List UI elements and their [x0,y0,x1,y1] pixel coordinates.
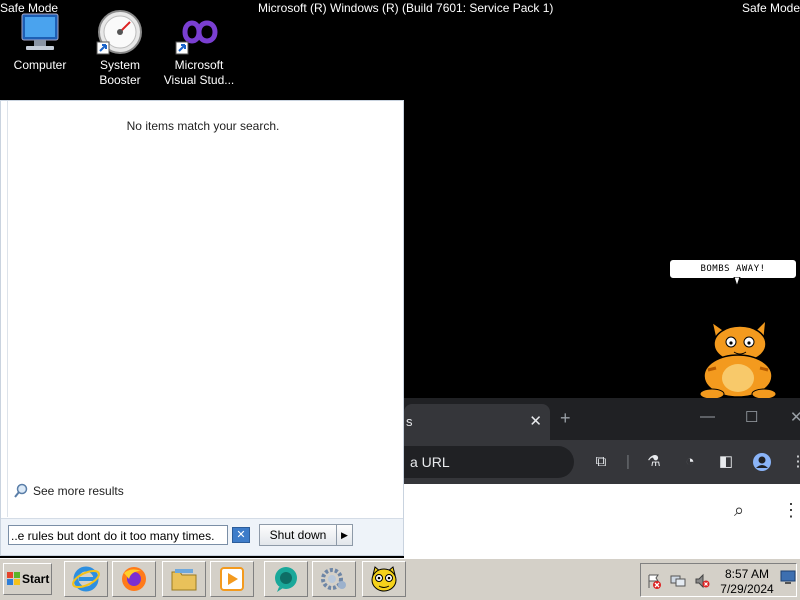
desktop-icon-visual-studio[interactable]: Microsoft Visual Stud... [160,8,238,88]
gear-icon [319,565,349,593]
taskbar-file-explorer[interactable] [162,561,206,597]
browser-tabstrip: s ✕ + — ☐ ✕ [404,398,800,440]
show-desktop-icon[interactable] [780,569,796,585]
desktop: Safe Mode Microsoft (R) Windows (R) (Bui… [0,0,800,600]
taskbar: Start 8:57 AM 7/29/2024 [0,558,800,600]
start-menu: No items match your search. See more res… [0,100,404,556]
no-results-message: No items match your search. [126,119,280,133]
windows-logo-icon [7,572,21,586]
taskbar-cat-app[interactable] [362,561,406,597]
browser-content: ⌕ ⋮ [404,484,800,558]
labs-flask-icon[interactable]: ⚗ [644,452,664,472]
page-menu-icon[interactable]: ⋮ [782,500,800,521]
computer-icon [16,8,64,56]
close-tab-icon[interactable]: ✕ [529,412,542,430]
download-progress-icon[interactable]: ◔ [680,452,700,472]
minimize-icon[interactable]: — [700,408,715,425]
speech-bubble-tail [733,277,741,287]
search-icon[interactable]: ⌕ [734,500,744,521]
profile-avatar-icon[interactable] [752,452,772,472]
volume-muted-icon[interactable] [694,573,710,589]
browser-tab[interactable]: s ✕ [404,404,550,440]
start-button[interactable]: Start [3,563,52,595]
taskbar-settings-tool[interactable] [312,561,356,597]
address-bar-placeholder: a URL [410,454,450,470]
clear-search-icon[interactable]: ✕ [232,527,250,543]
internet-explorer-icon [71,565,101,593]
side-panel-icon[interactable]: ◧ [716,452,736,472]
desktop-icon-label-line2: Booster [99,73,141,87]
desktop-icon-label-line2: Visual Stud... [163,73,235,87]
safe-mode-label-right: Safe Mode [741,1,800,15]
taskbar-chat-app[interactable] [264,561,308,597]
action-center-flag-icon[interactable] [646,573,662,589]
network-icon[interactable] [670,573,686,589]
divider [7,101,8,517]
chat-bubble-icon [271,565,301,593]
cat-mascot [694,317,782,400]
desktop-icon-system-booster[interactable]: System Booster [81,8,159,88]
new-tab-icon[interactable]: + [560,408,571,429]
browser-toolbar: a URL ⧉ | ⚗ ◔ ◧ ⋮ [404,440,800,484]
taskbar-firefox[interactable] [112,561,156,597]
windows-build-label: Microsoft (R) Windows (R) (Build 7601: S… [258,1,554,15]
clock-date[interactable]: 7/29/2024 [715,582,779,596]
system-tray: 8:57 AM 7/29/2024 [640,563,797,597]
toolbar-divider: | [626,453,630,470]
address-bar[interactable]: a URL [404,446,574,478]
speedometer-icon [96,8,144,56]
start-search-input[interactable]: ..e rules but dont do it too many times. [8,525,228,545]
desktop-icon-label-line1: System [99,58,140,72]
browser-tab-title: s [406,414,413,429]
speech-bubble-text: BOMBS AWAY! [700,264,766,274]
cat-face-icon [369,565,399,593]
extensions-icon[interactable]: ⧉ [591,452,611,472]
clock-time[interactable]: 8:57 AM [721,567,773,581]
folder-icon [169,565,199,593]
shutdown-button[interactable]: Shut down [259,524,337,546]
maximize-icon[interactable]: ☐ [745,408,758,426]
start-label: Start [22,572,50,586]
browser-menu-icon[interactable]: ⋮ [788,452,800,472]
taskbar-internet-explorer[interactable] [64,561,108,597]
search-input-value: ..e rules but dont do it too many times. [11,529,215,543]
taskbar-media-player[interactable] [210,561,254,597]
media-player-icon [217,565,247,593]
magnifier-icon [14,483,28,498]
desktop-icon-label-line1: Microsoft [174,58,224,72]
close-window-icon[interactable]: ✕ [790,408,800,426]
see-more-results-label: See more results [33,484,124,498]
start-menu-bottom-bar: ..e rules but dont do it too many times.… [1,518,403,555]
firefox-icon [119,565,149,593]
desktop-icon-computer[interactable]: Computer [1,8,79,73]
desktop-icon-label: Computer [13,58,67,72]
shutdown-options-arrow-icon[interactable]: ▶ [337,524,353,546]
speech-bubble: BOMBS AWAY! [669,259,797,279]
browser-window: s ✕ + — ☐ ✕ a URL ⧉ | ⚗ ◔ ◧ ⋮ ⌕ ⋮ [404,398,800,558]
see-more-results-link[interactable]: See more results [13,483,124,499]
visual-studio-icon [175,8,223,56]
